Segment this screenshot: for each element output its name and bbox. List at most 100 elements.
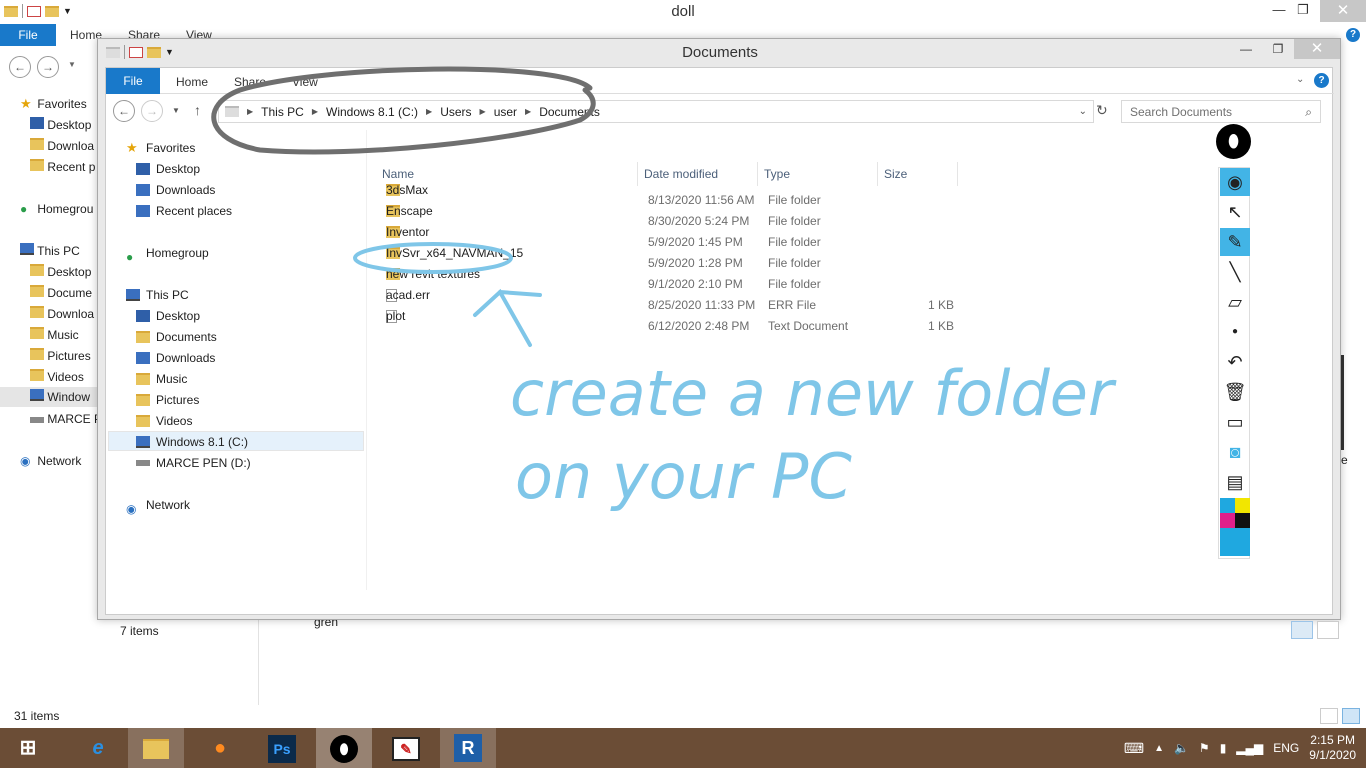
- sketch-icon[interactable]: ✎: [378, 728, 434, 768]
- file-row[interactable]: new revit textures 9/1/2020 2:10 PM File…: [386, 267, 966, 295]
- nav-item-favorites[interactable]: ★ Favorites: [126, 138, 195, 158]
- nav-item-marce-pen[interactable]: MARCE PEN (D:): [136, 453, 251, 473]
- sidebar-item-homegroup[interactable]: ● Homegrou: [20, 199, 93, 219]
- battery-icon[interactable]: ▮: [1220, 741, 1227, 755]
- pointer-icon[interactable]: ↖: [1220, 198, 1250, 226]
- recent-locations-dropdown-icon[interactable]: ▼: [172, 106, 180, 115]
- sidebar-item-downloads[interactable]: Downloa: [30, 304, 94, 324]
- details-view-icon[interactable]: [1291, 621, 1313, 639]
- pen-icon[interactable]: ╲: [1220, 258, 1250, 286]
- nav-item-homegroup[interactable]: ● Homegroup: [126, 243, 209, 264]
- nav-item-videos[interactable]: Videos: [136, 411, 192, 431]
- undo-icon[interactable]: ↶: [1220, 348, 1250, 376]
- action-center-icon[interactable]: ⚑: [1199, 741, 1210, 755]
- sidebar-item-windows-drive[interactable]: Window: [0, 387, 100, 407]
- background-forward-button[interactable]: →: [37, 56, 59, 78]
- sidebar-item-downloads[interactable]: Downloa: [30, 136, 94, 156]
- up-button[interactable]: ↑: [194, 102, 201, 118]
- trash-icon[interactable]: 🗑: [1220, 378, 1250, 406]
- background-file-tab[interactable]: File: [0, 24, 56, 46]
- color-swatch[interactable]: [1220, 498, 1235, 513]
- breadcrumb-this-pc[interactable]: This PC: [261, 105, 304, 119]
- back-button[interactable]: ←: [113, 100, 135, 122]
- start-icon[interactable]: ⊞: [0, 728, 56, 768]
- keyboard-icon[interactable]: ⌨: [1124, 740, 1144, 757]
- breadcrumb-windows-drive[interactable]: Windows 8.1 (C:): [326, 105, 418, 119]
- background-recent-dropdown-icon[interactable]: ▼: [68, 60, 76, 69]
- camera-icon[interactable]: ◙: [1220, 438, 1250, 466]
- clock[interactable]: 2:15 PM 9/1/2020: [1309, 733, 1356, 763]
- epic-pen-icon[interactable]: ⬮: [316, 728, 372, 768]
- sidebar-item-desktop[interactable]: Desktop: [30, 115, 91, 135]
- background-minimize-button[interactable]: —: [1266, 2, 1292, 17]
- forward-button[interactable]: →: [141, 100, 163, 122]
- sidebar-item-recent[interactable]: Recent p: [30, 157, 95, 177]
- minimize-button[interactable]: —: [1230, 39, 1262, 59]
- nav-item-network[interactable]: ◉ Network: [126, 495, 190, 516]
- search-input[interactable]: Search Documents ⌕: [1121, 100, 1321, 123]
- column-date-modified[interactable]: Date modified: [638, 162, 758, 186]
- column-size[interactable]: Size: [878, 162, 958, 186]
- internet-explorer-icon[interactable]: e: [70, 728, 126, 768]
- breadcrumb-chevron-icon[interactable]: ▶: [525, 107, 531, 116]
- epic-pen-logo-icon[interactable]: ⬮: [1216, 124, 1251, 159]
- new-folder-icon[interactable]: [45, 5, 59, 17]
- sidebar-item-pictures[interactable]: Pictures: [30, 346, 91, 366]
- breadcrumb-user[interactable]: user: [494, 105, 517, 119]
- help-icon[interactable]: ?: [1314, 73, 1329, 88]
- large-icons-view-icon[interactable]: [1342, 708, 1360, 724]
- breadcrumb-chevron-icon[interactable]: ▶: [312, 107, 318, 116]
- sidebar-item-favorites[interactable]: ★ Favorites: [20, 94, 87, 114]
- network-signal-icon[interactable]: ▂▄▆: [1236, 741, 1263, 755]
- background-back-button[interactable]: ←: [9, 56, 31, 78]
- nav-item-downloads[interactable]: Downloads: [136, 348, 215, 368]
- breadcrumb-users[interactable]: Users: [440, 105, 471, 119]
- sidebar-item-documents[interactable]: Docume: [30, 283, 92, 303]
- properties-icon[interactable]: [27, 5, 41, 17]
- qat-dropdown-icon[interactable]: ▼: [63, 6, 72, 16]
- volume-icon[interactable]: 🔈: [1174, 741, 1189, 755]
- breadcrumb-documents[interactable]: Documents: [539, 105, 600, 119]
- photoshop-icon[interactable]: Ps: [254, 728, 310, 768]
- refresh-icon[interactable]: ↻: [1096, 102, 1108, 119]
- maximize-button[interactable]: ❐: [1262, 39, 1294, 59]
- color-swatch[interactable]: [1235, 498, 1250, 513]
- dot-icon[interactable]: ●: [1220, 318, 1250, 346]
- tab-view[interactable]: View: [292, 75, 318, 89]
- nav-item-this-pc[interactable]: This PC: [126, 285, 189, 305]
- background-help-icon[interactable]: ?: [1346, 28, 1360, 42]
- language-indicator[interactable]: ENG: [1273, 741, 1299, 755]
- sidebar-item-music[interactable]: Music: [30, 325, 79, 345]
- breadcrumb-chevron-icon[interactable]: ▶: [426, 107, 432, 116]
- nav-item-recent-places[interactable]: Recent places: [136, 201, 232, 221]
- tab-home[interactable]: Home: [176, 75, 208, 89]
- sidebar-item-videos[interactable]: Videos: [30, 367, 84, 387]
- color-swatch[interactable]: [1235, 513, 1250, 528]
- large-icons-view-icon[interactable]: [1317, 621, 1339, 639]
- sidebar-item-desktop[interactable]: Desktop: [30, 262, 91, 282]
- board-icon[interactable]: ▭: [1220, 408, 1250, 436]
- background-maximize-button[interactable]: ❐: [1290, 2, 1316, 18]
- details-view-icon[interactable]: [1320, 708, 1338, 724]
- nav-item-downloads[interactable]: Downloads: [136, 180, 215, 200]
- highlighter-icon[interactable]: ✎: [1220, 228, 1250, 256]
- file-tab[interactable]: File: [106, 68, 160, 94]
- firefox-icon[interactable]: ●: [192, 728, 248, 768]
- close-button[interactable]: ✕: [1294, 39, 1340, 59]
- eraser-icon[interactable]: ▱: [1220, 288, 1250, 316]
- nav-item-pictures[interactable]: Pictures: [136, 390, 199, 410]
- nav-item-documents[interactable]: Documents: [136, 327, 217, 347]
- address-dropdown-icon[interactable]: ⌄: [1079, 106, 1087, 117]
- breadcrumb-chevron-icon[interactable]: ▶: [480, 107, 486, 116]
- file-row[interactable]: Enscape 8/30/2020 5:24 PM File folder: [386, 204, 966, 232]
- nav-item-music[interactable]: Music: [136, 369, 187, 389]
- file-explorer-icon[interactable]: [128, 728, 184, 768]
- expand-ribbon-icon[interactable]: ⌄: [1296, 74, 1304, 85]
- color-swatch[interactable]: [1220, 513, 1235, 528]
- revit-icon[interactable]: R: [440, 728, 496, 768]
- file-row[interactable]: acad.err 8/25/2020 11:33 PM ERR File 1 K…: [386, 288, 966, 316]
- sidebar-item-marce-pen[interactable]: MARCE P: [30, 409, 102, 429]
- file-row[interactable]: 3dsMax 8/13/2020 11:56 AM File folder: [386, 183, 966, 211]
- folder-icon[interactable]: [4, 5, 18, 17]
- nav-item-windows-drive[interactable]: Windows 8.1 (C:): [136, 432, 248, 452]
